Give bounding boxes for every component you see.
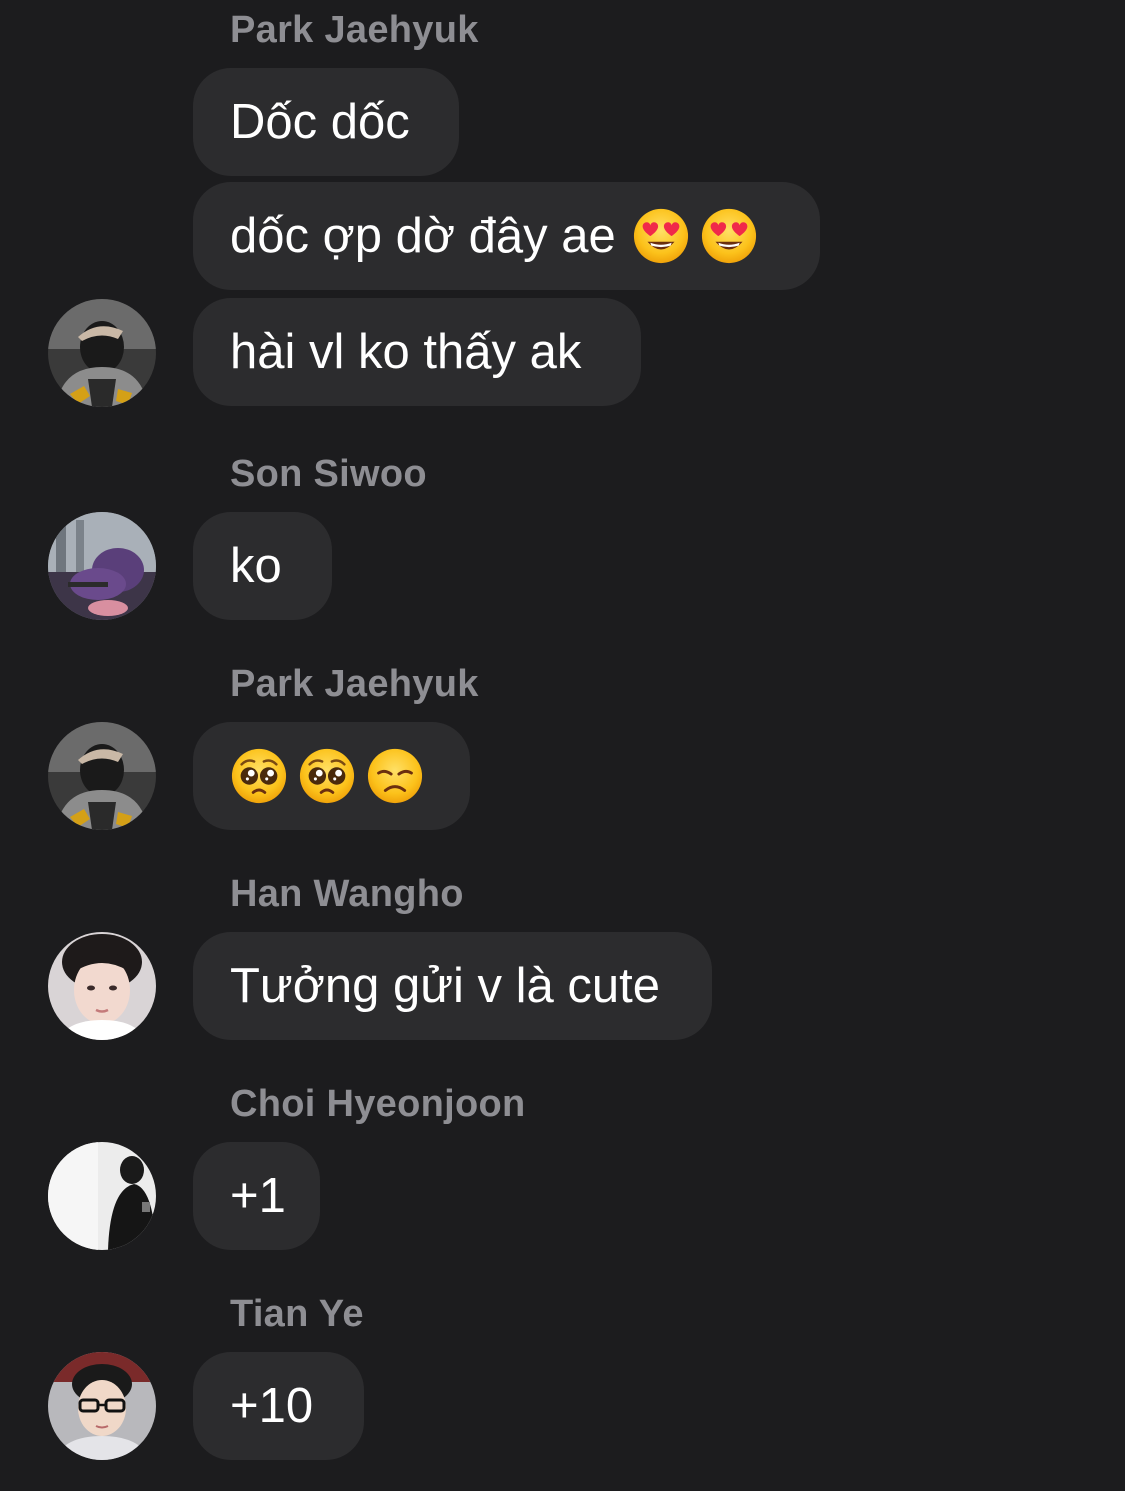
sender-name: Park Jaehyuk [230,663,479,705]
avatar-park-jaehyuk-icon [48,299,156,407]
avatar[interactable] [48,299,156,407]
message-text: Dốc dốc [230,94,410,149]
sender-name: Tian Ye [230,1293,364,1335]
message-text: Tưởng gửi v là cute [230,958,661,1013]
message-bubble[interactable]: Dốc dốc [193,68,459,176]
message-text: hài vl ko thấy ak [230,324,582,379]
message-bubble[interactable]: dốc ợp dờ đây ae [193,182,820,290]
sender-name: Han Wangho [230,873,464,915]
avatar[interactable] [48,722,156,830]
disappointed-face-emoji-icon [366,747,424,805]
avatar[interactable] [48,512,156,620]
pleading-face-emoji-icon [298,747,356,805]
avatar[interactable] [48,1352,156,1460]
pleading-face-emoji-icon [230,747,288,805]
avatar[interactable] [48,932,156,1040]
message-bubble[interactable]: Tưởng gửi v là cute [193,932,712,1040]
message-text: +10 [230,1378,314,1433]
avatar-son-siwoo-icon [48,512,156,620]
sender-name: Son Siwoo [230,453,427,495]
avatar-han-wangho-icon [48,932,156,1040]
heart-eyes-emoji-icon [632,207,690,265]
message-bubble[interactable] [193,722,470,830]
message-bubble[interactable]: +1 [193,1142,320,1250]
avatar-park-jaehyuk-icon [48,722,156,830]
message-text: ko [230,538,282,593]
message-bubble[interactable]: +10 [193,1352,364,1460]
sender-name: Park Jaehyuk [230,9,479,51]
avatar[interactable] [48,1142,156,1250]
heart-eyes-emoji-icon [700,207,758,265]
message-text: dốc ợp dờ đây ae [230,208,616,263]
message-text: +1 [230,1168,286,1223]
message-bubble[interactable]: hài vl ko thấy ak [193,298,641,406]
avatar-tian-ye-icon [48,1352,156,1460]
avatar-choi-hyeonjoon-icon [48,1142,156,1250]
message-bubble[interactable]: ko [193,512,332,620]
sender-name: Choi Hyeonjoon [230,1083,526,1125]
